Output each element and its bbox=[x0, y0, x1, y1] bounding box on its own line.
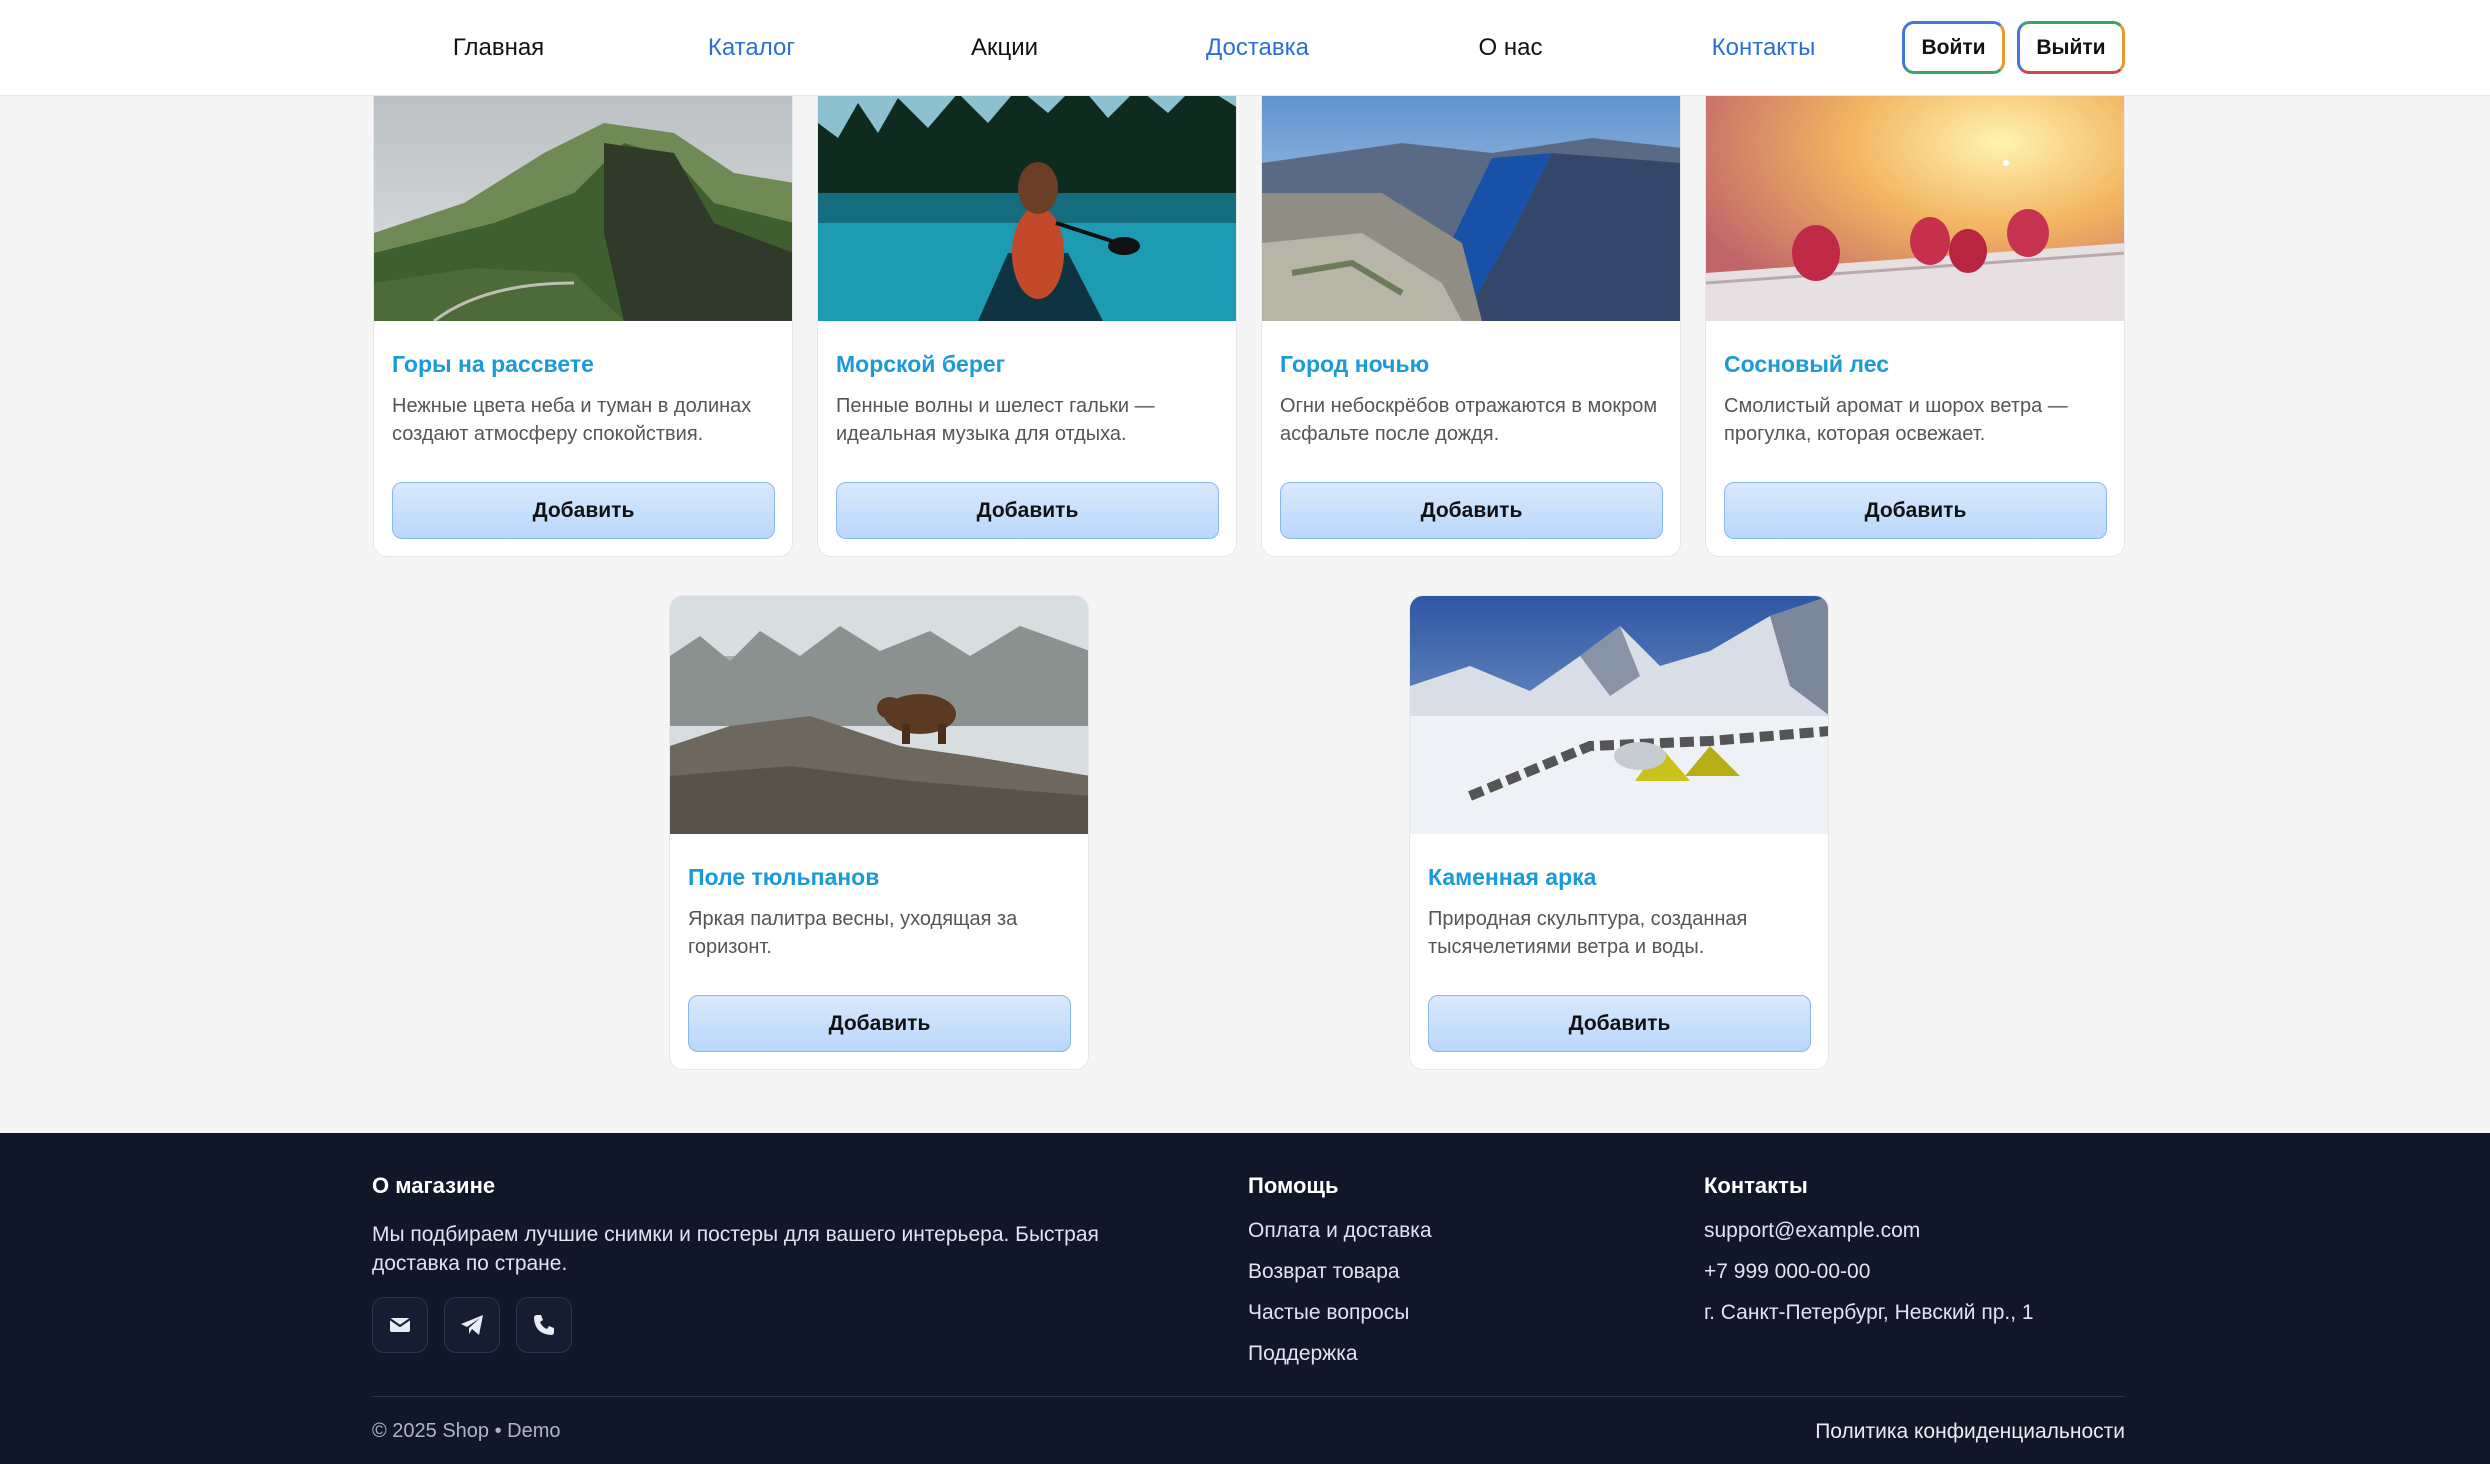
product-card: Сосновый лес Смолистый аромат и шорох ве… bbox=[1705, 82, 2125, 557]
footer-phone-link[interactable]: +7 999 000-00-00 bbox=[1704, 1260, 1870, 1284]
copyright-text: © 2025 Shop • Demo bbox=[372, 1420, 561, 1442]
nav-link-home[interactable]: Главная bbox=[372, 0, 625, 96]
nav-link-about[interactable]: О нас bbox=[1384, 0, 1637, 96]
footer-link-faq[interactable]: Частые вопросы bbox=[1248, 1301, 1409, 1325]
product-description: Природная скульптура, созданная тысячеле… bbox=[1428, 908, 1748, 958]
product-image bbox=[818, 83, 1236, 321]
product-image bbox=[1410, 596, 1828, 834]
add-to-cart-button[interactable]: Добавить bbox=[1724, 482, 2107, 539]
nav-link-delivery[interactable]: Доставка bbox=[1131, 0, 1384, 96]
add-to-cart-button[interactable]: Добавить bbox=[392, 482, 775, 539]
footer-about-text: Мы подбираем лучшие снимки и постеры для… bbox=[372, 1223, 1099, 1275]
site-footer: О магазине Мы подбираем лучшие снимки и … bbox=[0, 1133, 2490, 1464]
nav-link-promotions[interactable]: Акции bbox=[878, 0, 1131, 96]
product-title: Поле тюльпанов bbox=[688, 864, 880, 890]
product-title: Каменная арка bbox=[1428, 864, 1597, 890]
logout-button[interactable]: Выйти bbox=[2017, 21, 2125, 74]
product-description: Огни небоскрёбов отражаются в мокром асф… bbox=[1280, 395, 1658, 445]
bear-on-rocks-photo bbox=[670, 596, 1088, 834]
product-image bbox=[1706, 83, 2124, 321]
product-title: Горы на рассвете bbox=[392, 351, 594, 377]
misty-green-mountains-photo bbox=[374, 83, 792, 321]
product-image bbox=[374, 83, 792, 321]
product-card: Морской берег Пенные волны и шелест галь… bbox=[817, 82, 1237, 557]
product-description: Нежные цвета неба и туман в долинах созд… bbox=[392, 395, 752, 445]
footer-link-payment-delivery[interactable]: Оплата и доставка bbox=[1248, 1219, 1432, 1243]
phone-icon[interactable] bbox=[516, 1297, 572, 1353]
footer-link-support[interactable]: Поддержка bbox=[1248, 1342, 1358, 1366]
footer-link-returns[interactable]: Возврат товара bbox=[1248, 1260, 1400, 1284]
product-card: Поле тюльпанов Яркая палитра весны, уход… bbox=[669, 595, 1089, 1070]
footer-about-heading: О магазине bbox=[372, 1173, 496, 1198]
add-to-cart-button[interactable]: Добавить bbox=[1428, 995, 1811, 1052]
product-card: Горы на рассвете Нежные цвета неба и тум… bbox=[373, 82, 793, 557]
mail-icon[interactable] bbox=[372, 1297, 428, 1353]
product-card: Город ночью Огни небоскрёбов отражаются … bbox=[1261, 82, 1681, 557]
footer-contacts-heading: Контакты bbox=[1704, 1173, 1808, 1198]
add-to-cart-button[interactable]: Добавить bbox=[688, 995, 1071, 1052]
main-nav: Главная Каталог Акции Доставка О нас Кон… bbox=[372, 0, 1890, 96]
product-title: Морской берег bbox=[836, 351, 1006, 377]
nav-link-contacts[interactable]: Контакты bbox=[1637, 0, 1890, 96]
footer-address: г. Санкт-Петербург, Невский пр., 1 bbox=[1704, 1301, 2034, 1324]
product-description: Пенные волны и шелест гальки — идеальная… bbox=[836, 395, 1155, 445]
product-image bbox=[670, 596, 1088, 834]
raspberries-sunlight-photo bbox=[1706, 83, 2124, 321]
site-header: Главная Каталог Акции Доставка О нас Кон… bbox=[0, 0, 2490, 96]
product-image bbox=[1262, 83, 1680, 321]
product-description: Яркая палитра весны, уходящая за горизон… bbox=[688, 908, 1018, 958]
snowy-mountain-tents-photo bbox=[1410, 596, 1828, 834]
woman-in-canoe-lake-photo bbox=[818, 83, 1236, 321]
telegram-icon[interactable] bbox=[444, 1297, 500, 1353]
add-to-cart-button[interactable]: Добавить bbox=[1280, 482, 1663, 539]
privacy-policy-link[interactable]: Политика конфиденциальности bbox=[1815, 1420, 2125, 1444]
footer-divider bbox=[372, 1396, 2125, 1397]
nav-link-catalog[interactable]: Каталог bbox=[625, 0, 878, 96]
product-title: Город ночью bbox=[1280, 351, 1430, 377]
product-description: Смолистый аромат и шорох ветра — прогулк… bbox=[1724, 395, 2068, 445]
add-to-cart-button[interactable]: Добавить bbox=[836, 482, 1219, 539]
login-button[interactable]: Войти bbox=[1902, 21, 2005, 74]
footer-email-link[interactable]: support@example.com bbox=[1704, 1219, 1920, 1243]
fjord-cliff-photo bbox=[1262, 83, 1680, 321]
product-card: Каменная арка Природная скульптура, созд… bbox=[1409, 595, 1829, 1070]
footer-help-heading: Помощь bbox=[1248, 1173, 1339, 1198]
product-title: Сосновый лес bbox=[1724, 351, 1889, 377]
